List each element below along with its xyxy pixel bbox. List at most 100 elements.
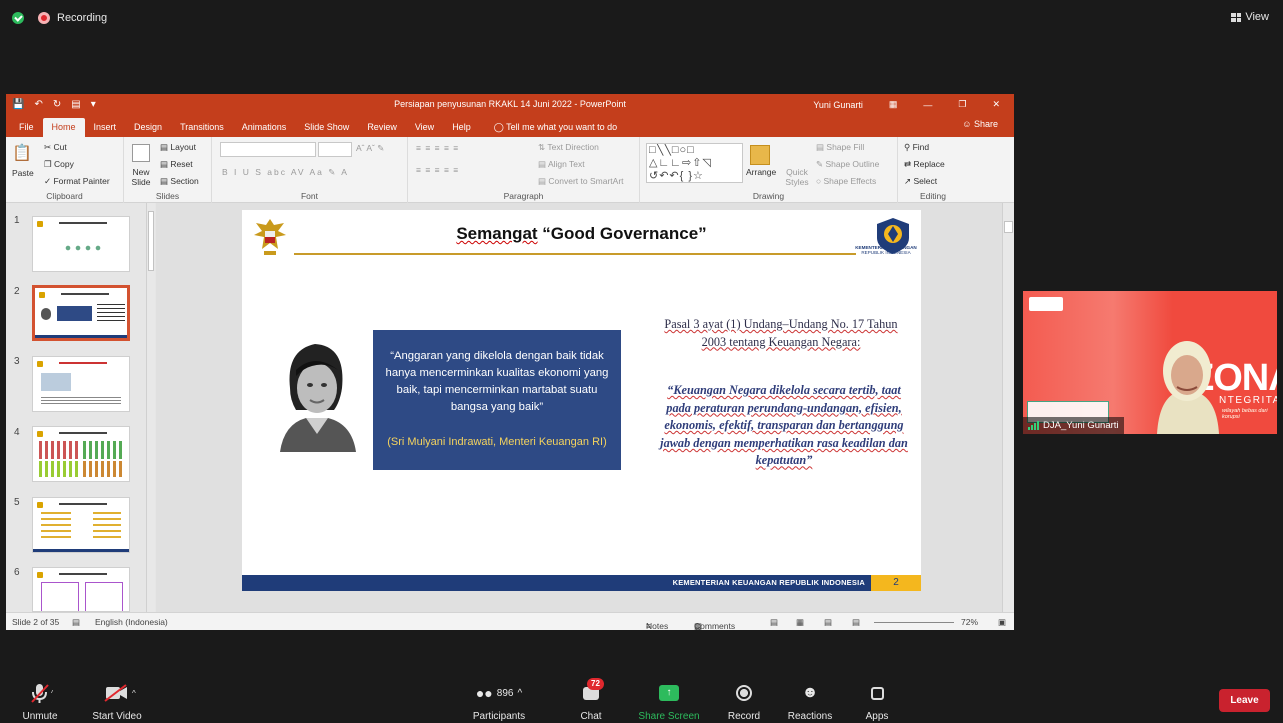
user-name[interactable]: Yuni Gunarti	[813, 100, 863, 110]
quick-styles-label[interactable]: Quick Styles	[784, 167, 810, 187]
convert-smartart-label: Convert to SmartArt	[548, 176, 624, 186]
new-slide-label[interactable]: New Slide	[128, 167, 154, 187]
tab-transitions[interactable]: Transitions	[171, 118, 233, 137]
arrange-icon[interactable]	[750, 145, 770, 165]
video-off-icon: ^	[104, 684, 136, 702]
editor-scroll-thumb[interactable]	[1004, 221, 1013, 233]
start-video-button[interactable]: ^ Start Video	[88, 681, 146, 722]
language-label[interactable]: English (Indonesia)	[95, 617, 168, 627]
logos-badge	[1029, 297, 1063, 311]
convert-smartart-button[interactable]: ▤ Convert to SmartArt	[538, 176, 624, 187]
tab-view[interactable]: View	[406, 118, 443, 137]
zoom-slider[interactable]	[874, 622, 954, 623]
tab-slide-show[interactable]: Slide Show	[295, 118, 358, 137]
slide-canvas[interactable]: Semangat “Good Governance” KEMENTERIAN K…	[242, 210, 921, 591]
align-buttons[interactable]: ≡ ≡ ≡ ≡ ≡	[416, 165, 459, 175]
font-size-buttons[interactable]: Aˆ Aˇ ✎	[356, 143, 384, 154]
apps-button[interactable]: Apps	[860, 681, 894, 722]
select-button[interactable]: ↗ Select	[904, 176, 937, 187]
group-drawing: □╲╲□○□ △∟∟⇨⇧◹ ↺↶↶{ }☆ Arrange Quick Styles…	[640, 137, 898, 203]
editing-group-label: Editing	[920, 191, 946, 201]
align-text-button[interactable]: ▤ Align Text	[538, 159, 585, 170]
slideshow-view-icon[interactable]: ▤	[852, 617, 860, 628]
redo-icon[interactable]: ↻	[53, 99, 61, 110]
save-icon[interactable]: 💾	[12, 99, 24, 110]
view-button[interactable]: View	[1231, 11, 1269, 23]
paste-label[interactable]: Paste	[12, 168, 34, 178]
font-format-buttons[interactable]: B I U S abc AV Aa ✎ A	[222, 167, 349, 178]
shape-outline-button[interactable]: ✎ Shape Outline	[816, 159, 879, 170]
tagline-text: wilayah bebas dari korupsi	[1222, 408, 1268, 420]
replace-button[interactable]: ⇄ Replace	[904, 159, 945, 170]
reset-label: Reset	[170, 159, 193, 169]
view-label: View	[1245, 11, 1269, 23]
close-icon[interactable]: ✕	[992, 99, 1000, 110]
thumbnail-scroll-thumb[interactable]	[148, 211, 154, 271]
shapes-gallery[interactable]: □╲╲□○□ △∟∟⇨⇧◹ ↺↶↶{ }☆	[646, 143, 743, 183]
recording-icon[interactable]	[38, 12, 50, 24]
slide-thumbnail[interactable]	[32, 216, 130, 272]
share-screen-label: Share Screen	[638, 711, 700, 722]
tell-me-search[interactable]: ◯ Tell me what you want to do	[480, 118, 617, 137]
slide-thumbnail[interactable]	[32, 567, 130, 612]
start-from-beginning-icon[interactable]: ▤	[71, 99, 80, 110]
tab-design[interactable]: Design	[125, 118, 171, 137]
record-button[interactable]: Record	[724, 681, 764, 722]
zoom-toolbar: ^ Unmute ^ Start Video ●● 896 ^ Participan…	[0, 676, 1283, 723]
fit-slide-icon[interactable]: ▣	[998, 617, 1006, 628]
ppt-title-bar: 💾 ↶ ↻ ▤ ▾ Persiapan penyusunan RKAKL 14 …	[6, 94, 1014, 115]
thumbnail-scrollbar[interactable]	[146, 203, 155, 612]
section-label: Section	[170, 176, 199, 186]
font-size-input[interactable]	[318, 142, 352, 157]
slide-thumbnail[interactable]	[32, 426, 130, 482]
share-button[interactable]: ☺ Share	[962, 119, 998, 129]
text-direction-icon: ⇅	[538, 142, 548, 152]
tab-home[interactable]: Home	[42, 118, 85, 137]
editor-scrollbar[interactable]	[1002, 203, 1014, 612]
ribbon-display-icon[interactable]: ▦	[889, 99, 898, 110]
select-label: Select	[913, 176, 938, 186]
reactions-button[interactable]: ☻ Reactions	[786, 681, 834, 722]
slide-thumbnail[interactable]	[32, 356, 130, 412]
normal-view-icon[interactable]: ▤	[770, 617, 778, 628]
slide-thumbnail-selected[interactable]	[32, 285, 130, 341]
shape-outline-label: Shape Outline	[825, 159, 880, 169]
unmute-button[interactable]: ^ Unmute	[18, 681, 62, 722]
arrange-label[interactable]: Arrange	[746, 167, 776, 177]
slide-sorter-icon[interactable]: ▦	[796, 617, 804, 628]
tab-insert[interactable]: Insert	[85, 118, 126, 137]
tab-review[interactable]: Review	[358, 118, 406, 137]
undo-icon[interactable]: ↶	[34, 99, 42, 110]
leave-button[interactable]: Leave	[1219, 689, 1270, 712]
find-button[interactable]: ⚲ Find	[904, 142, 929, 153]
list-buttons[interactable]: ≡ ≡ ≡ ≡ ≡	[416, 143, 459, 153]
cut-button[interactable]: ✂ Cut	[44, 142, 67, 153]
restore-icon[interactable]: ❐	[958, 99, 966, 110]
reset-button[interactable]: ▤ Reset	[160, 159, 193, 170]
chat-button[interactable]: 72 Chat	[573, 678, 609, 722]
text-direction-button[interactable]: ⇅ Text Direction	[538, 142, 599, 153]
share-screen-button[interactable]: ↑ Share Screen	[638, 681, 700, 722]
tab-file[interactable]: File	[10, 118, 43, 137]
reading-view-icon[interactable]: ▤	[824, 617, 832, 628]
section-button[interactable]: ▤ Section	[160, 176, 199, 187]
participant-video-tile[interactable]: ZONA NTEGRITAS wilayah bebas dari korups…	[1023, 291, 1277, 434]
paste-icon[interactable]: 📋	[12, 143, 32, 163]
shape-fill-button[interactable]: ▤ Shape Fill	[816, 142, 864, 153]
format-painter-button[interactable]: ✓ Format Painter	[44, 176, 110, 187]
new-slide-icon[interactable]	[132, 144, 150, 162]
slide-thumbnail[interactable]	[32, 497, 130, 553]
minimize-icon[interactable]: —	[923, 100, 932, 110]
zoom-level[interactable]: 72%	[961, 617, 978, 627]
copy-button[interactable]: ❐ Copy	[44, 159, 74, 170]
font-name-input[interactable]	[220, 142, 316, 157]
spell-check-icon[interactable]: ▤	[72, 617, 80, 628]
layout-button[interactable]: ▤ Layout	[160, 142, 196, 153]
participants-button[interactable]: ●● 896 ^ Participants	[470, 681, 528, 722]
tab-help[interactable]: Help	[443, 118, 480, 137]
customize-toolbar-icon[interactable]: ▾	[91, 99, 96, 110]
find-label: Find	[912, 142, 930, 152]
tab-animations[interactable]: Animations	[233, 118, 296, 137]
shape-effects-button[interactable]: ○ Shape Effects	[816, 176, 876, 186]
security-shield-icon[interactable]	[12, 12, 24, 24]
